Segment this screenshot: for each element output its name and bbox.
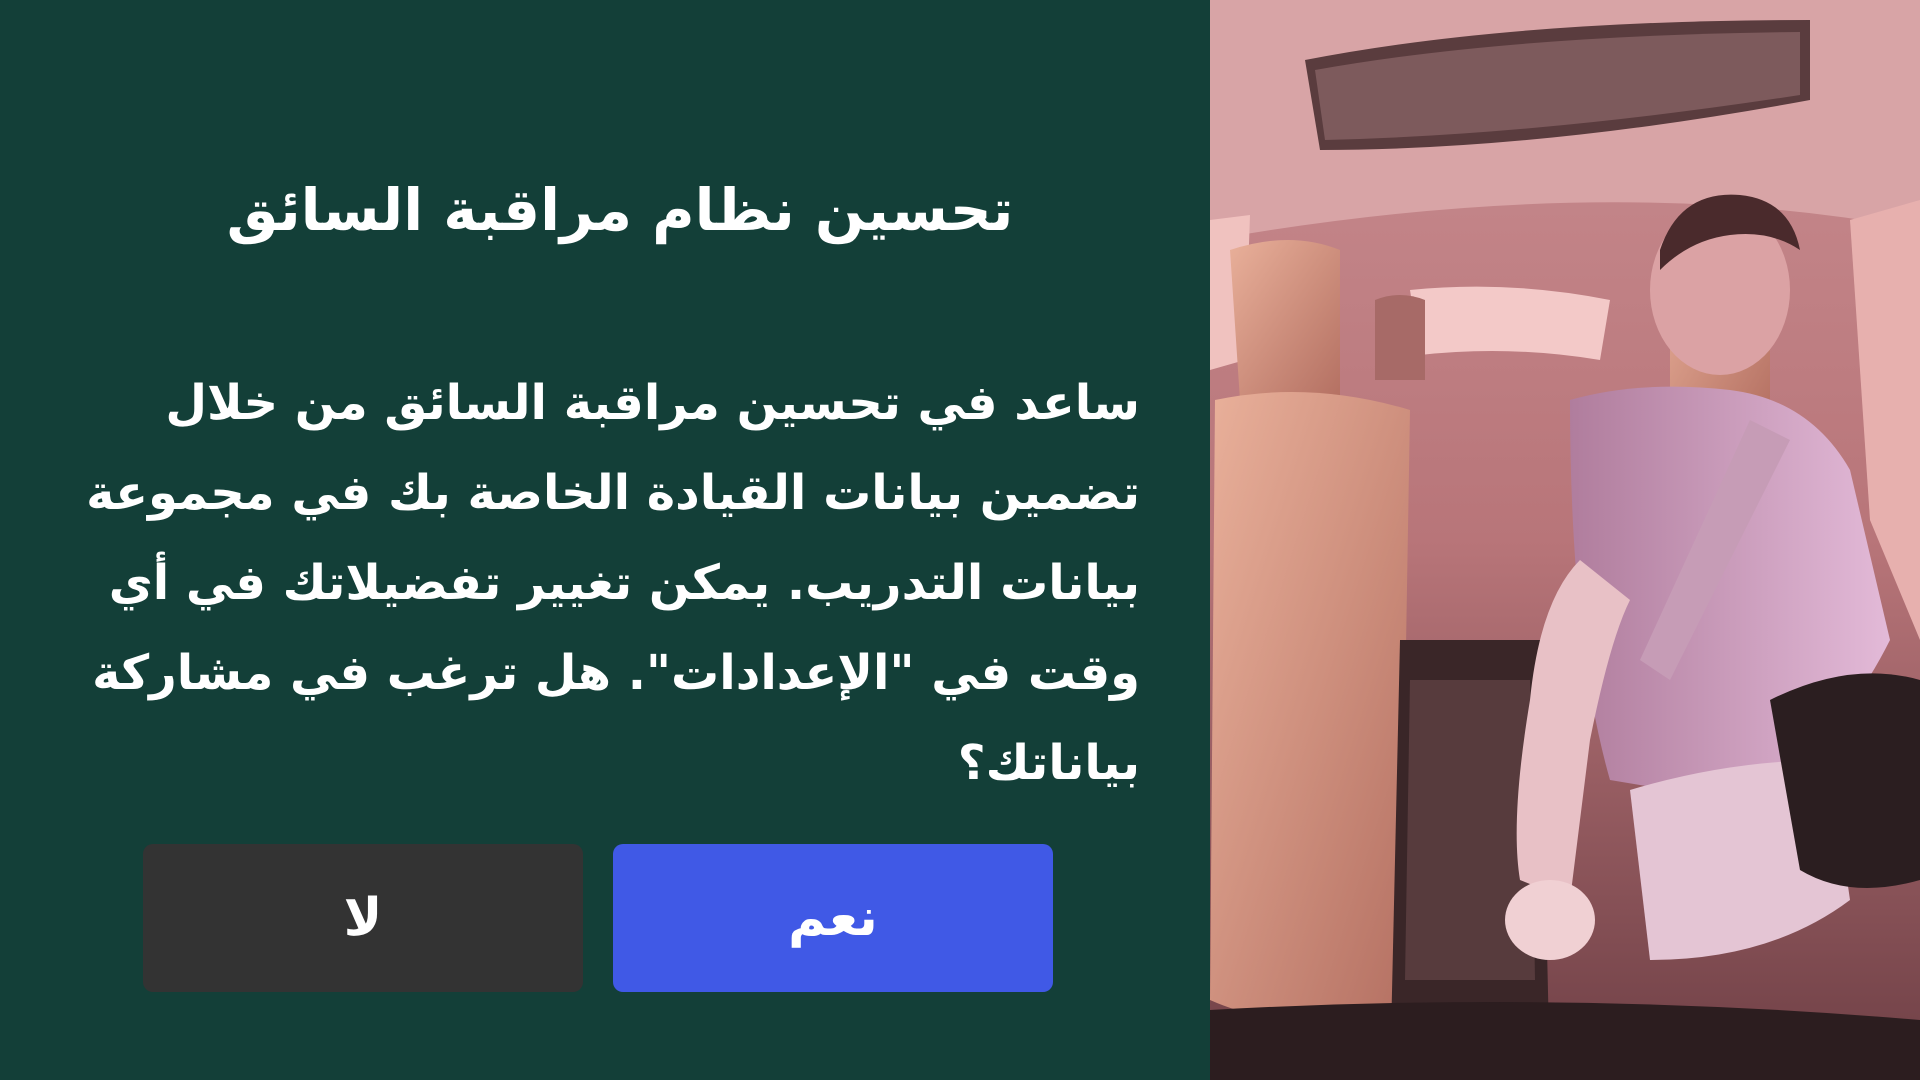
screen: تحسين نظام مراقبة السائق ساعد في تحسين م… [0,0,1920,1080]
driver-camera-image [1210,0,1920,1080]
yes-button[interactable]: نعم [613,844,1053,992]
dialog-message: ساعد في تحسين مراقبة السائق من خلال تضمي… [86,375,1140,791]
dialog-title: تحسين نظام مراقبة السائق [226,176,1014,244]
consent-panel: تحسين نظام مراقبة السائق ساعد في تحسين م… [0,0,1210,1080]
no-button[interactable]: لا [143,844,583,992]
driver-camera-feed [1210,0,1920,1080]
